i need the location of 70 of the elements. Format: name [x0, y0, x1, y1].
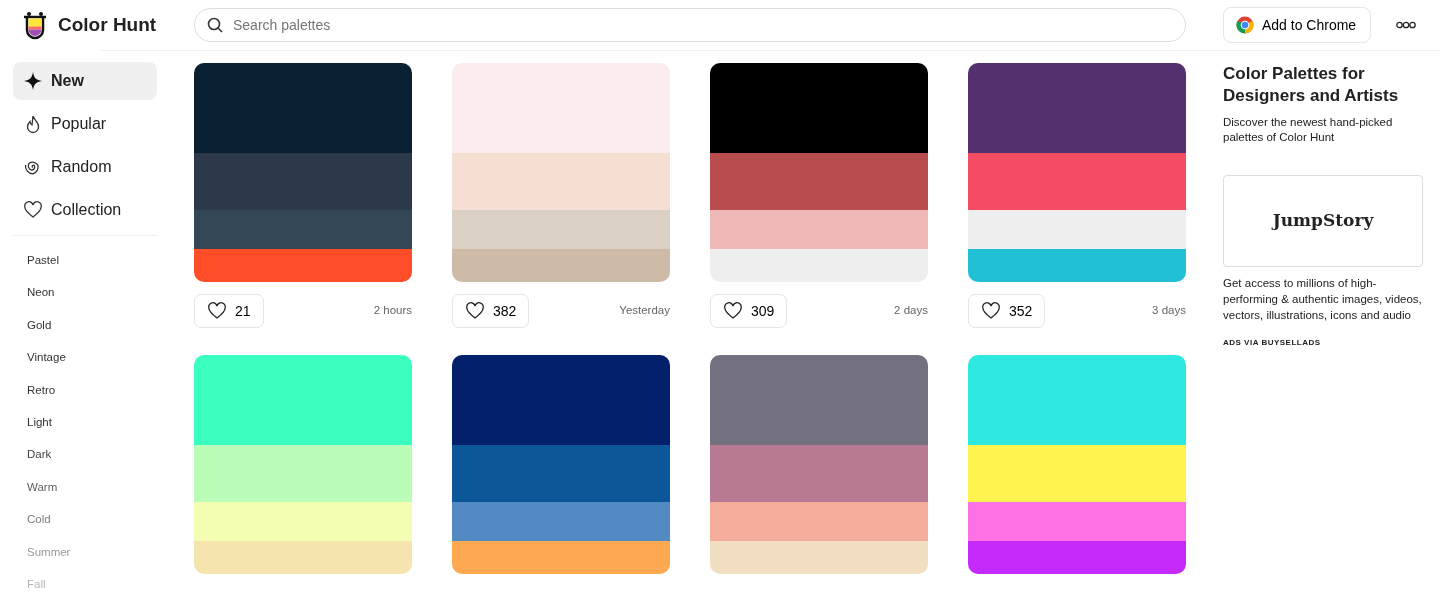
color-swatch[interactable]	[968, 355, 1186, 445]
color-swatch[interactable]	[194, 63, 412, 153]
color-swatch[interactable]	[710, 210, 928, 249]
color-swatch[interactable]	[968, 249, 1186, 282]
color-swatch[interactable]	[968, 210, 1186, 249]
color-swatch[interactable]	[452, 355, 670, 445]
color-swatch[interactable]	[710, 355, 928, 445]
time-ago: 2 hours	[373, 303, 412, 319]
color-swatch[interactable]	[194, 445, 412, 502]
color-swatch[interactable]	[968, 541, 1186, 574]
color-swatch[interactable]	[968, 63, 1186, 153]
time-ago: Yesterday	[619, 303, 670, 319]
color-swatch[interactable]	[710, 445, 928, 502]
ad-text: Get access to millions of high-performing & authentic images, videos, vectors, illustrations, icons and audio	[1223, 276, 1423, 323]
like-button[interactable]: 21	[194, 294, 264, 328]
add-to-chrome-button[interactable]: Add to Chrome	[1223, 7, 1371, 43]
color-swatch[interactable]	[194, 210, 412, 249]
sidebar-nav-item[interactable]: Collection	[13, 191, 157, 229]
tag-link[interactable]: Gold	[27, 308, 157, 342]
tag-link[interactable]: Vintage	[27, 341, 157, 374]
color-swatch[interactable]	[710, 63, 928, 153]
ad-attribution-link[interactable]: ADS VIA BUYSELLADS	[1223, 337, 1423, 349]
tag-link[interactable]: Neon	[27, 276, 157, 309]
color-swatch[interactable]	[194, 541, 412, 574]
color-swatch[interactable]	[710, 249, 928, 282]
panel-description: Discover the newest hand-picked palettes of Color Hunt	[1223, 115, 1394, 145]
color-swatch[interactable]	[194, 249, 412, 282]
time-ago: 3 days	[1152, 303, 1186, 319]
like-button[interactable]: 352	[968, 294, 1046, 328]
color-swatch[interactable]	[452, 210, 670, 249]
sidebar-nav-item[interactable]: Random	[13, 148, 157, 186]
color-swatch[interactable]	[710, 541, 928, 574]
search-field[interactable]: Search palettes	[231, 13, 1173, 37]
like-button[interactable]: 309	[710, 294, 788, 328]
tag-link[interactable]: Retro	[27, 373, 157, 406]
search-icon	[207, 17, 223, 33]
color-swatch[interactable]	[710, 153, 928, 210]
tag-link[interactable]: Warm	[27, 470, 157, 504]
heart-icon	[723, 301, 743, 321]
color-swatch[interactable]	[452, 502, 670, 541]
tag-link[interactable]: Light	[27, 405, 157, 439]
sparkle-icon	[23, 71, 43, 91]
color-swatch[interactable]	[710, 502, 928, 541]
tag-link[interactable]: Dark	[27, 438, 157, 471]
color-swatch[interactable]	[452, 153, 670, 210]
like-button[interactable]: 382	[452, 294, 530, 328]
heart-icon	[981, 301, 1001, 321]
sidebar-nav-item[interactable]: New	[13, 62, 157, 100]
color-swatch[interactable]	[968, 502, 1186, 541]
color-swatch[interactable]	[194, 502, 412, 541]
sidebar-nav-item[interactable]: Popular	[13, 105, 157, 143]
tag-link[interactable]: Cold	[27, 503, 157, 536]
color-swatch[interactable]	[968, 153, 1186, 210]
heart-icon	[207, 301, 227, 321]
color-swatch[interactable]	[452, 445, 670, 502]
color-swatch[interactable]	[452, 63, 670, 153]
chrome-icon	[1236, 16, 1254, 34]
color-swatch[interactable]	[194, 355, 412, 445]
panel-title: Color Palettes for Designers and Artists	[1223, 63, 1400, 107]
heart-icon	[23, 200, 43, 220]
heart-icon	[465, 301, 485, 321]
more-menu-icon[interactable]	[1396, 21, 1416, 29]
tag-link[interactable]: Pastel	[27, 244, 157, 277]
ad-banner[interactable]: JumpStory	[1223, 175, 1423, 267]
color-swatch[interactable]	[452, 249, 670, 282]
color-swatch[interactable]	[194, 153, 412, 210]
color-swatch[interactable]	[968, 445, 1186, 502]
brand-name: Color Hunt	[58, 12, 157, 37]
time-ago: 2 days	[894, 303, 928, 319]
color-swatch[interactable]	[452, 541, 670, 574]
